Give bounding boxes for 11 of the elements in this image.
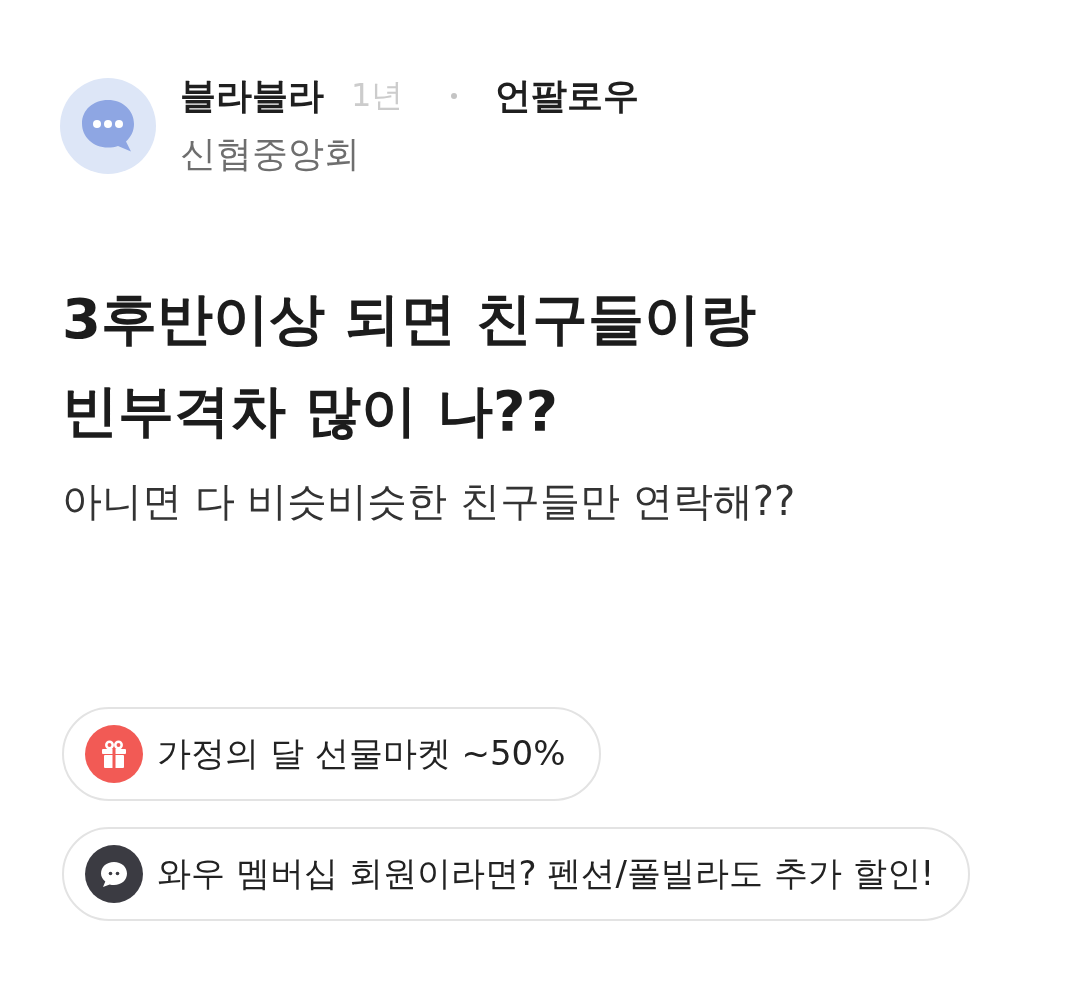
post-title: 3후반이상 되면 친구들이랑 빈부격차 많이 나?? — [62, 285, 757, 445]
avatar-chat-bubble-icon — [60, 78, 156, 174]
promo-button[interactable]: 가정의 달 선물마켓 ~50% — [62, 707, 602, 801]
author-name: 블라블라 — [180, 73, 324, 118]
separator-dot-icon — [451, 93, 458, 99]
post-body: 아니면 다 비슷비슷한 친구들만 연락해?? — [62, 477, 797, 526]
author-company: 신협중앙회 — [180, 132, 360, 176]
promo-button[interactable]: 와우 멤버십 회원이라면? 펜션/풀빌라도 추가 할인! — [62, 827, 971, 921]
chat-bubble-icon — [85, 845, 143, 903]
gift-icon — [85, 725, 143, 783]
unfollow-button[interactable]: 언팔로우 — [495, 71, 640, 121]
